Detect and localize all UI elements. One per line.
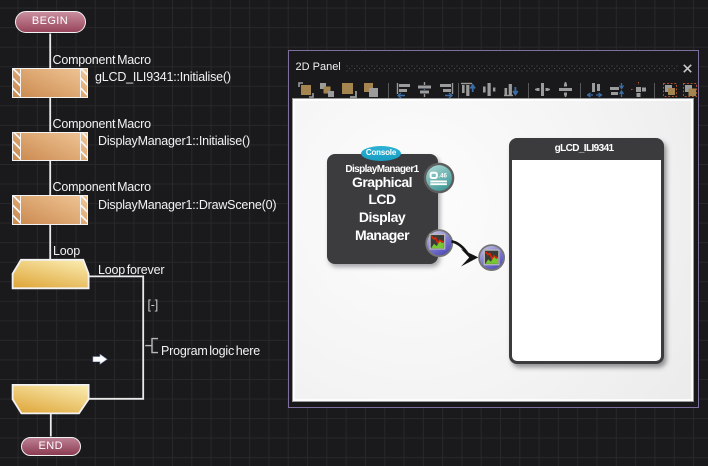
svg-text:.46: .46 <box>438 172 447 179</box>
